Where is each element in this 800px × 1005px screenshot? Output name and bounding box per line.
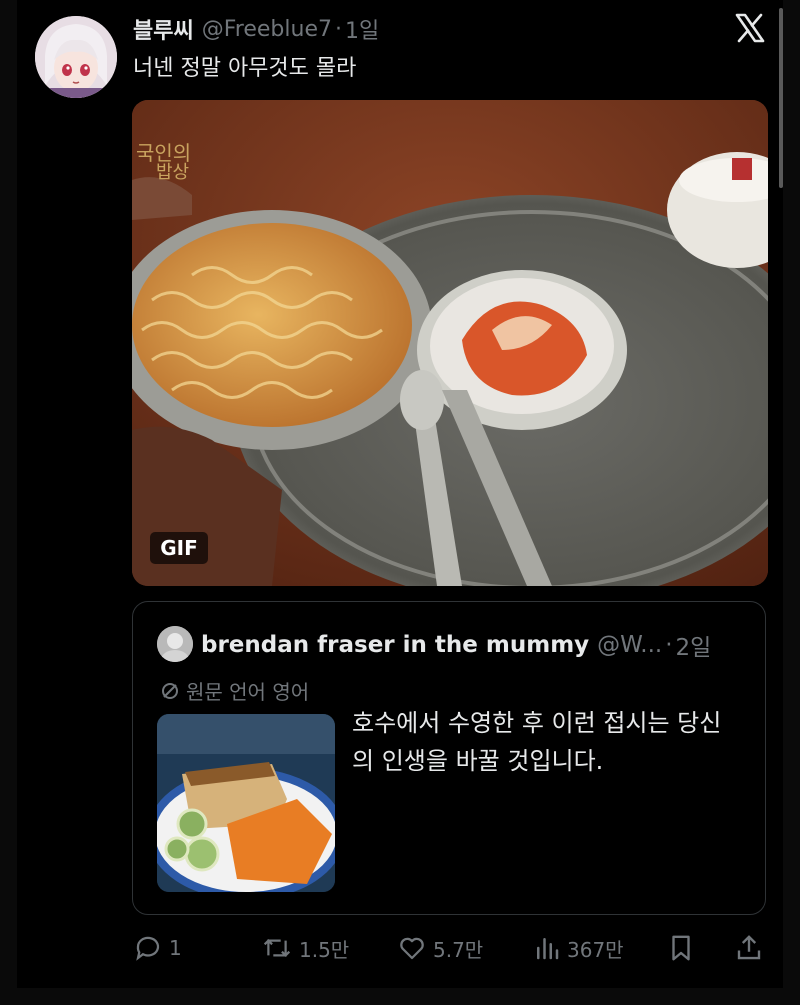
like-count: 5.7만	[433, 937, 484, 962]
tweet-header: 블루씨 @Freeblue7 · 1일	[133, 12, 379, 46]
views-icon	[537, 938, 559, 960]
like-button[interactable]: 5.7만	[397, 928, 483, 968]
tweet-time[interactable]: 1일	[345, 13, 379, 45]
quote-author-avatar[interactable]	[157, 626, 193, 662]
bookmark-button[interactable]	[667, 928, 701, 968]
retweet-count: 1.5만	[299, 937, 350, 962]
share-icon	[737, 935, 761, 960]
reply-button[interactable]: 1	[133, 928, 182, 968]
quote-media-thumbnail[interactable]	[157, 714, 335, 892]
x-logo-icon[interactable]	[734, 12, 766, 44]
gif-badge: GIF	[150, 532, 208, 564]
svg-text:밥상: 밥상	[156, 162, 189, 183]
retweet-icon	[263, 939, 291, 957]
share-button[interactable]	[735, 928, 769, 968]
separator-dot: ·	[334, 16, 342, 42]
action-bar: 1 1.5만 5.7만 367만	[133, 928, 769, 968]
reply-count: 1	[169, 936, 182, 960]
bookmark-icon	[672, 935, 690, 961]
heart-icon	[400, 937, 424, 960]
views-count: 367만	[567, 937, 624, 962]
author-avatar[interactable]	[35, 16, 117, 98]
author-name[interactable]: 블루씨	[133, 13, 194, 45]
translate-icon	[162, 682, 178, 699]
author-handle[interactable]: @Freeblue7	[202, 17, 332, 42]
quote-language-note: 원문 언어 영어	[160, 676, 309, 705]
tweet-text: 너넨 정말 아무것도 몰라	[133, 56, 357, 81]
views-button[interactable]: 367만	[533, 928, 624, 968]
quote-time[interactable]: 2일	[676, 628, 712, 662]
quote-text: 호수에서 수영한 후 이런 접시는 당신의 인생을 바꿀 것입니다.	[352, 709, 722, 775]
scrollbar[interactable]	[779, 8, 783, 188]
quote-author-handle[interactable]: @W...	[597, 632, 662, 658]
quote-header: brendan fraser in the mummy @W... · 2일	[201, 628, 711, 662]
reply-icon	[136, 936, 160, 961]
language-note-text: 원문 언어 영어	[186, 680, 310, 704]
retweet-button[interactable]: 1.5만	[261, 928, 349, 968]
tweet-media-gif[interactable]: 국인의 밥상	[132, 100, 768, 586]
quote-author-name[interactable]: brendan fraser in the mummy	[201, 632, 589, 658]
quote-separator-dot: ·	[665, 632, 673, 658]
